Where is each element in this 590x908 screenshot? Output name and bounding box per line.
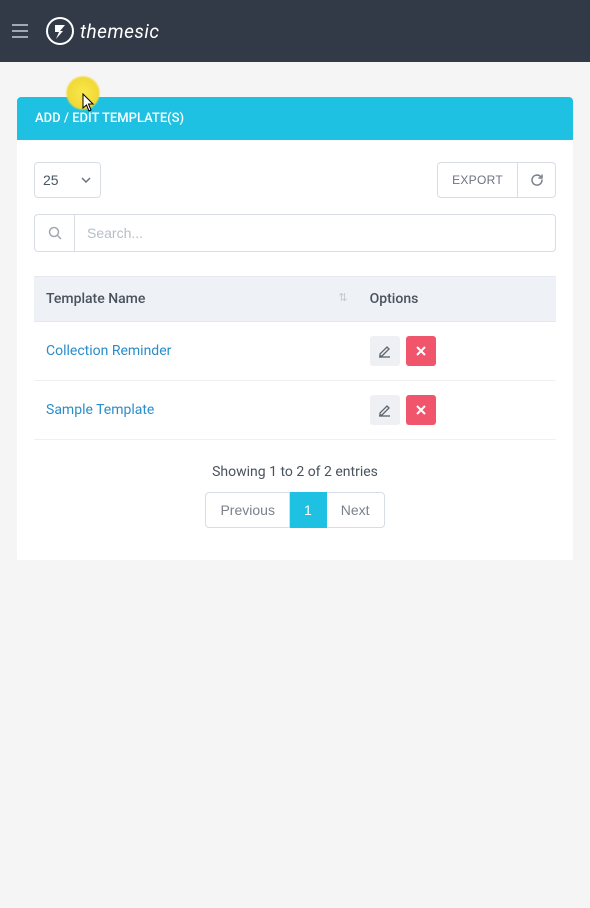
templates-panel: ADD / EDIT TEMPLATE(S) 25 EXPORT: [17, 97, 573, 560]
toolbar: 25 EXPORT: [17, 140, 573, 214]
menu-toggle-button[interactable]: [12, 24, 28, 38]
pagination: Previous 1 Next: [205, 492, 384, 528]
table-row: Collection Reminder: [34, 322, 556, 381]
delete-button[interactable]: [406, 395, 436, 425]
pagination-page-1[interactable]: 1: [290, 492, 327, 528]
export-label: EXPORT: [452, 173, 503, 187]
column-header-options: Options: [358, 277, 556, 322]
refresh-button[interactable]: [518, 162, 556, 198]
entries-info: Showing 1 to 2 of 2 entries: [17, 464, 573, 480]
cursor-highlight: [65, 75, 101, 111]
search-input[interactable]: [74, 214, 556, 252]
delete-button[interactable]: [406, 336, 436, 366]
edit-icon: [378, 345, 391, 358]
template-name-link[interactable]: Sample Template: [46, 402, 154, 418]
pagination-next[interactable]: Next: [327, 492, 385, 528]
templates-table: Template Name Options Collection Reminde…: [34, 276, 556, 440]
table-footer: Showing 1 to 2 of 2 entries Previous 1 N…: [17, 440, 573, 560]
close-icon: [416, 405, 426, 415]
table-row: Sample Template: [34, 381, 556, 440]
edit-button[interactable]: [370, 395, 400, 425]
toolbar-right: EXPORT: [437, 162, 556, 198]
export-button[interactable]: EXPORT: [437, 162, 518, 198]
brand-logo-icon: [46, 17, 74, 45]
edit-icon: [378, 404, 391, 417]
main-content: ADD / EDIT TEMPLATE(S) 25 EXPORT: [0, 62, 590, 560]
refresh-icon: [530, 173, 544, 187]
pagination-previous[interactable]: Previous: [205, 492, 289, 528]
row-actions: [370, 395, 544, 425]
column-header-name[interactable]: Template Name: [34, 277, 358, 322]
add-edit-templates-button[interactable]: ADD / EDIT TEMPLATE(S): [17, 97, 573, 140]
brand-logo[interactable]: themesic: [46, 17, 160, 45]
row-actions: [370, 336, 544, 366]
template-name-link[interactable]: Collection Reminder: [46, 343, 171, 359]
brand-name: themesic: [80, 20, 160, 43]
search-icon: [34, 214, 74, 252]
cursor-pointer-icon: [82, 93, 96, 113]
templates-table-wrap: Template Name Options Collection Reminde…: [17, 268, 573, 440]
panel-title: ADD / EDIT TEMPLATE(S): [35, 111, 184, 126]
top-bar: themesic: [0, 0, 590, 62]
page-length-wrap: 25: [34, 162, 101, 198]
edit-button[interactable]: [370, 336, 400, 366]
page-length-select[interactable]: 25: [34, 162, 101, 198]
search-row: [17, 214, 573, 268]
close-icon: [416, 346, 426, 356]
